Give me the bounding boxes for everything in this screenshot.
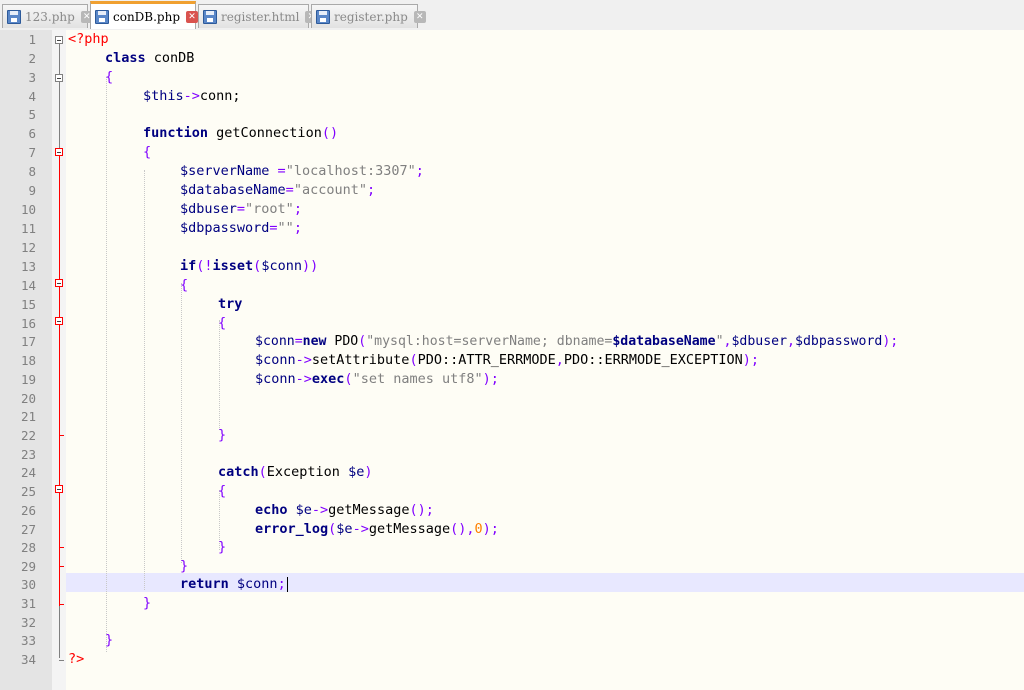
save-icon: [7, 9, 21, 24]
line-number: 5: [28, 107, 36, 122]
line-number: 23: [20, 447, 36, 462]
tab-label: register.php: [334, 9, 408, 24]
code-line: }: [105, 632, 114, 648]
save-icon: [203, 9, 217, 24]
close-icon[interactable]: ✕: [186, 10, 199, 23]
line-number: 34: [20, 652, 36, 667]
code-line: {: [180, 277, 189, 293]
line-number: 25: [20, 484, 36, 499]
code-line: $dbpassword="";: [180, 220, 302, 236]
fold-line: [59, 154, 60, 606]
line-number: 24: [20, 465, 36, 480]
line-number: 15: [20, 297, 36, 312]
save-icon: [316, 9, 330, 24]
code-line: }: [218, 539, 227, 555]
code-line: echo $e->getMessage();: [255, 502, 434, 518]
line-number: 20: [20, 391, 36, 406]
line-number: 33: [20, 633, 36, 648]
code-line: {: [143, 144, 152, 160]
code-line: }: [143, 595, 152, 611]
tab-label: conDB.php: [113, 9, 181, 24]
tab-condb-php[interactable]: conDB.php ✕: [90, 1, 199, 29]
line-number: 9: [28, 183, 36, 198]
tab-label: register.html: [221, 9, 300, 24]
line-number: 32: [20, 615, 36, 630]
code-line: class conDB: [105, 50, 195, 66]
indent-guide: [106, 77, 107, 652]
code-line: }: [180, 558, 189, 574]
line-number: 3: [28, 70, 36, 85]
code-line: ?>: [68, 651, 85, 667]
code-line: {: [218, 483, 227, 499]
code-line: return $conn;: [180, 576, 288, 592]
code-line: $conn->exec("set names utf8");: [255, 371, 499, 387]
tab-bar: 123.php ✕ conDB.php ✕ register.html ✕ re…: [0, 0, 1024, 31]
line-number: 19: [20, 372, 36, 387]
code-line: $databaseName="account";: [180, 182, 376, 198]
code-line: function getConnection(): [143, 125, 339, 141]
code-line: <?php: [68, 31, 109, 47]
code-line: if(!isset($conn)): [180, 258, 319, 274]
fold-toggle-icon[interactable]: [55, 279, 63, 287]
line-number: 1: [28, 32, 36, 47]
line-number: 14: [20, 278, 36, 293]
code-line: $dbuser="root";: [180, 201, 302, 217]
close-icon[interactable]: ✕: [413, 10, 426, 23]
fold-toggle-icon[interactable]: [55, 317, 63, 325]
code-line: $conn->setAttribute(PDO::ATTR_ERRMODE,PD…: [255, 352, 759, 368]
line-number: 6: [28, 126, 36, 141]
code-line: catch(Exception $e): [218, 464, 373, 480]
line-number: 7: [28, 145, 36, 160]
code-line: }: [218, 427, 227, 443]
code-editor[interactable]: 1 2 3 4 5 6 7 8 9 10 11 12 13 14 15 16 17 18 19 20 21 22 23 24 2…: [0, 30, 1024, 690]
code-line: {: [218, 315, 227, 331]
line-number: 11: [20, 221, 36, 236]
code-line: error_log($e->getMessage(),0);: [255, 521, 499, 537]
indent-guide: [181, 283, 182, 563]
line-number: 12: [20, 240, 36, 255]
fold-end-marker: [59, 660, 64, 661]
save-icon: [95, 9, 109, 24]
fold-end-marker: [59, 604, 64, 605]
tab-label: 123.php: [25, 9, 75, 24]
line-number: 16: [20, 316, 36, 331]
fold-toggle-icon[interactable]: [55, 485, 63, 493]
code-line: {: [105, 69, 114, 85]
code-line: $conn=new PDO("mysql:host=serverName; db…: [255, 334, 899, 349]
line-number: 27: [20, 522, 36, 537]
line-number: 29: [20, 559, 36, 574]
fold-toggle-icon[interactable]: [55, 148, 63, 156]
line-number: 10: [20, 202, 36, 217]
indent-guide: [144, 170, 145, 590]
line-number: 4: [28, 89, 36, 104]
tab-register-html[interactable]: register.html ✕: [198, 4, 318, 28]
line-number: 2: [28, 51, 36, 66]
fold-toggle-icon[interactable]: [55, 74, 63, 82]
text-caret: [286, 576, 288, 592]
line-number: 30: [20, 577, 36, 592]
line-number: 22: [20, 428, 36, 443]
tab-register-php[interactable]: register.php ✕: [311, 4, 426, 28]
code-line: $serverName ="localhost:3307";: [180, 163, 424, 179]
line-number: 18: [20, 353, 36, 368]
indent-guide: [219, 320, 220, 430]
fold-end-marker: [59, 435, 64, 436]
fold-end-marker: [59, 566, 64, 567]
line-number: 13: [20, 259, 36, 274]
line-number: 17: [20, 334, 36, 349]
line-number: 26: [20, 503, 36, 518]
tab-123-php[interactable]: 123.php ✕: [2, 4, 93, 28]
fold-toggle-icon[interactable]: [55, 36, 63, 44]
line-number: 31: [20, 596, 36, 611]
line-number: 28: [20, 540, 36, 555]
code-line: try: [218, 296, 243, 312]
code-line: $this->conn;: [143, 88, 241, 104]
line-number: 8: [28, 164, 36, 179]
line-number: 21: [20, 409, 36, 424]
fold-end-marker: [59, 547, 64, 548]
